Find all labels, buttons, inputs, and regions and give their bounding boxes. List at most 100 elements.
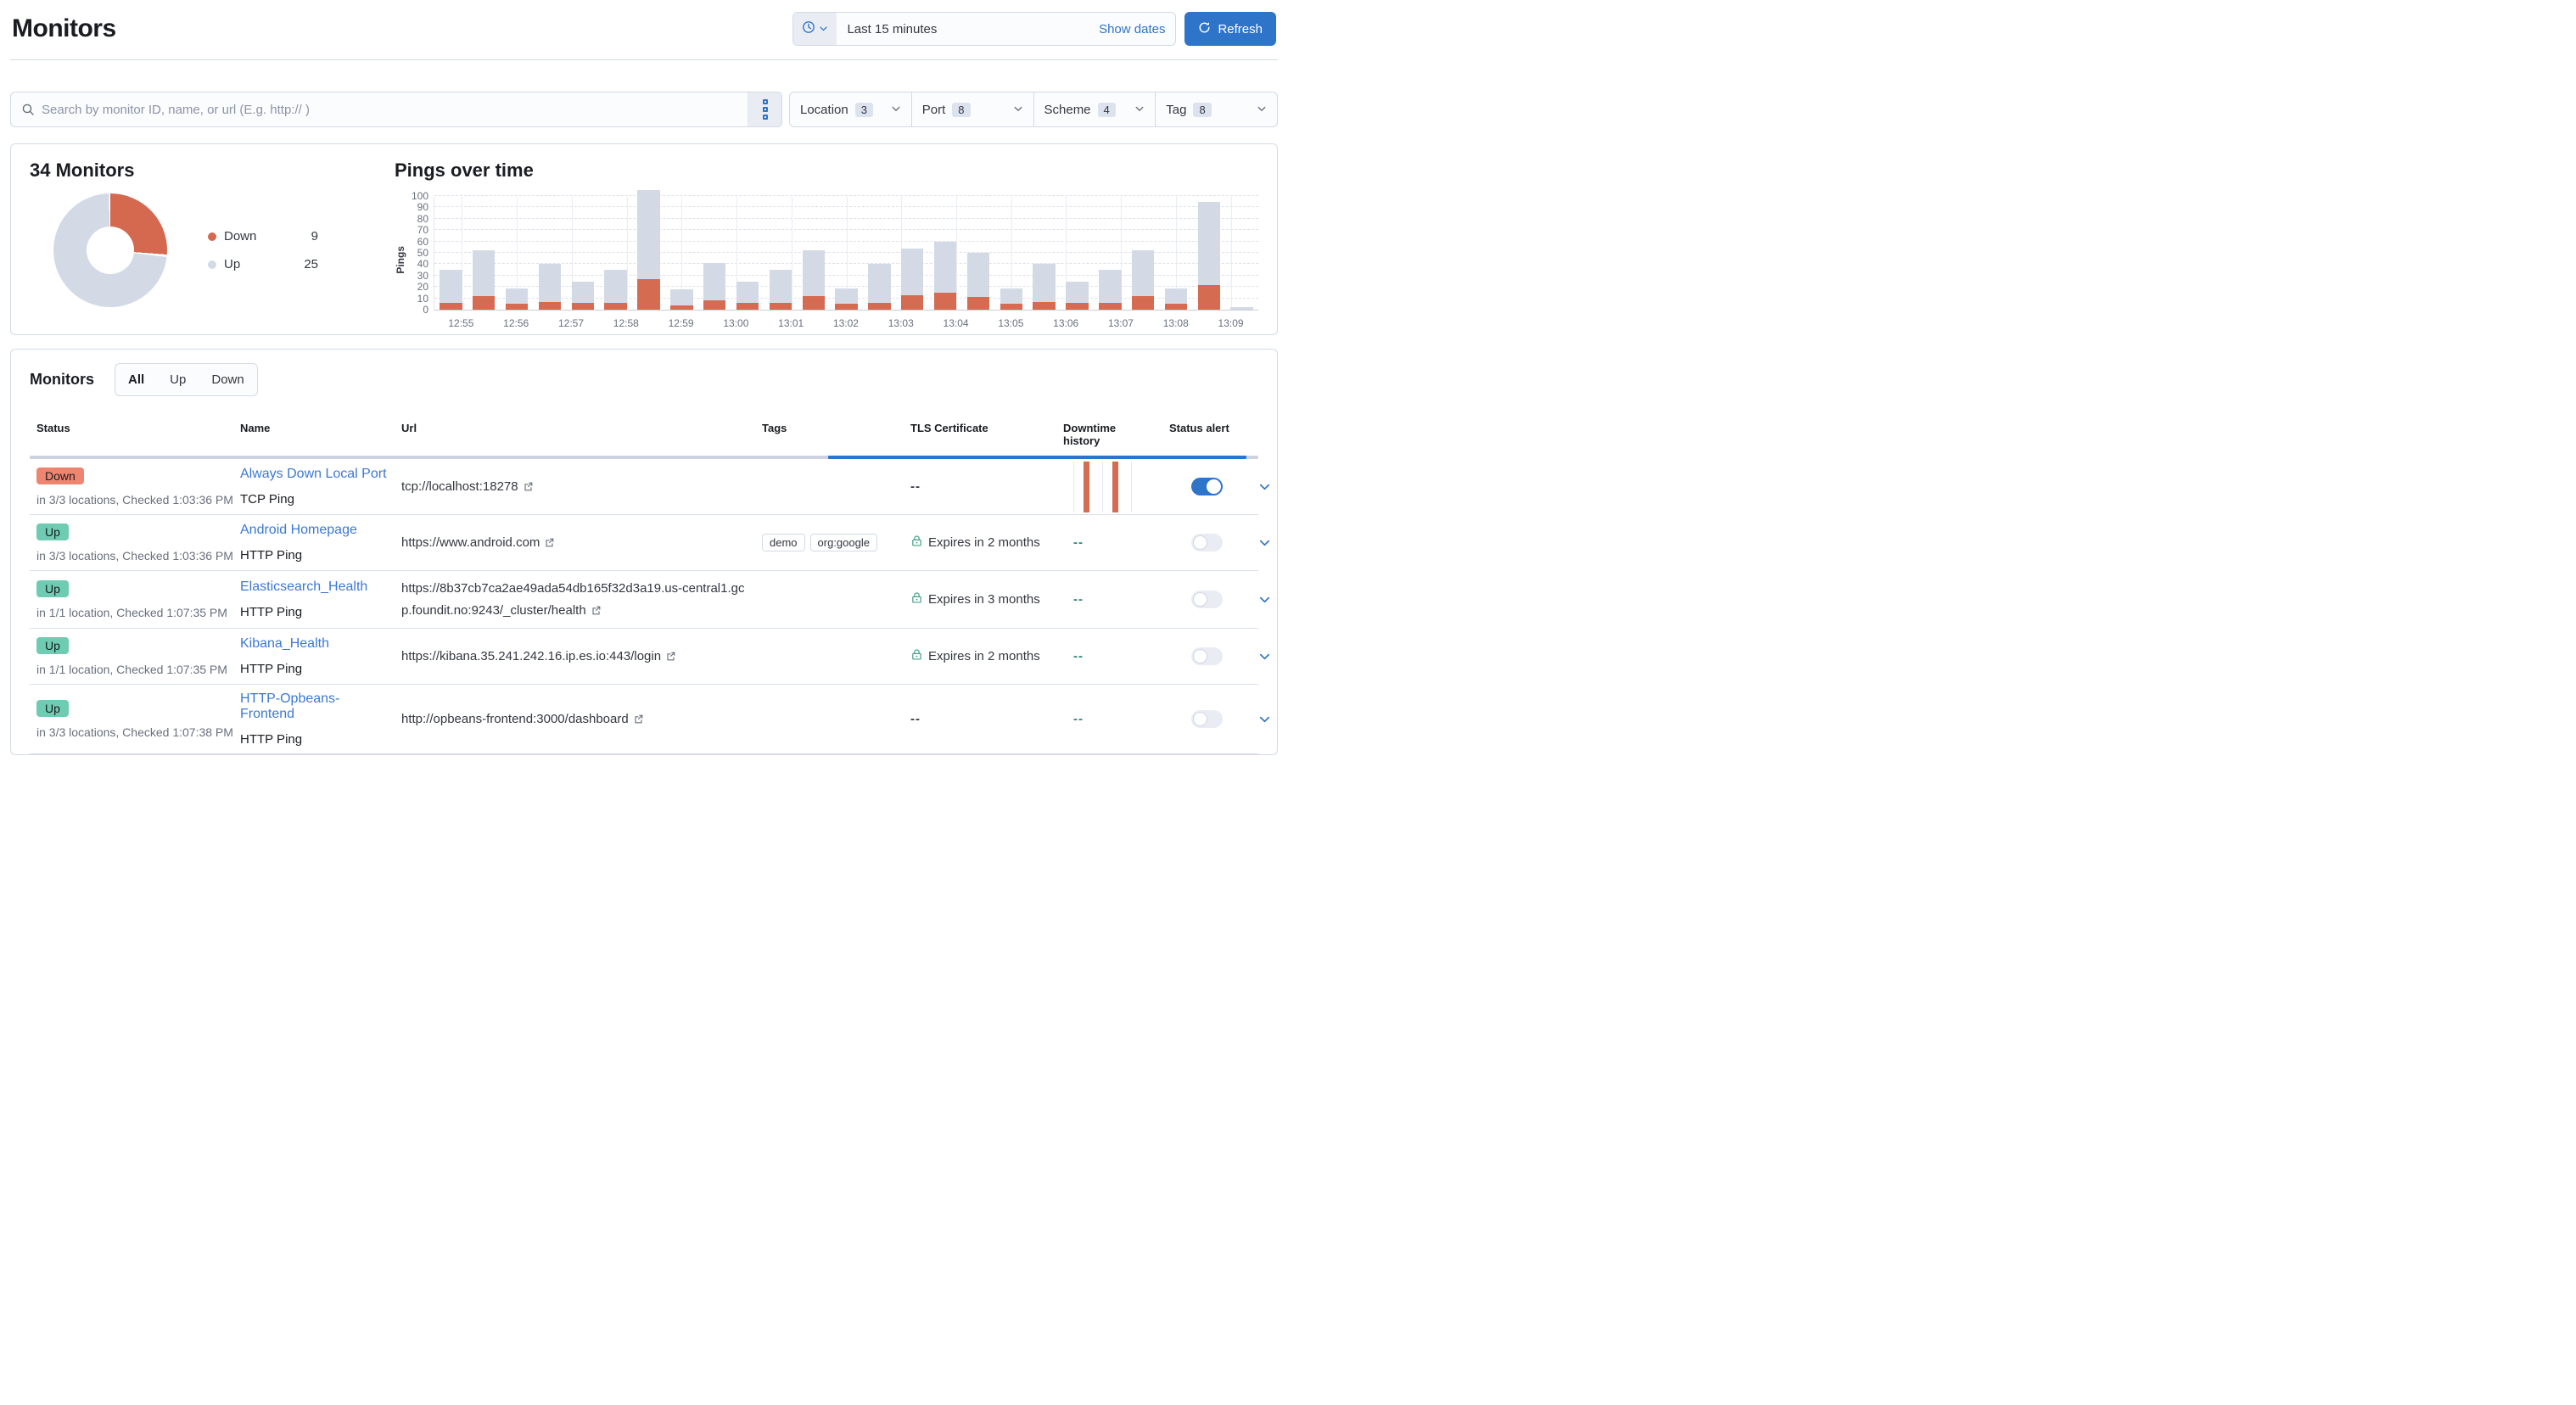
name-cell: Android Homepage HTTP Ping	[233, 516, 395, 569]
name-cell: HTTP-Opbeans-Frontend HTTP Ping	[233, 685, 395, 753]
ping-bar	[929, 197, 962, 310]
chevron-down-icon	[819, 22, 828, 36]
tags-cell	[755, 593, 904, 607]
ping-bar	[830, 197, 863, 310]
tls-lock-icon	[910, 591, 923, 607]
status-badge: Up	[36, 700, 69, 717]
expand-row-button[interactable]	[1252, 643, 1278, 669]
url-cell: https://8b37cb7ca2ae49ada54db165f32d3a19…	[395, 571, 755, 628]
filter-scheme[interactable]: Scheme 4	[1033, 92, 1156, 126]
legend-item-up[interactable]: Up 25	[208, 257, 318, 271]
monitor-type: HTTP Ping	[240, 605, 388, 619]
table-row: Up in 1/1 location, Checked 1:07:35 PM K…	[30, 629, 1258, 685]
kql-settings-button[interactable]	[748, 92, 781, 126]
status-cell: Up in 3/3 locations, Checked 1:03:36 PM	[30, 517, 233, 569]
status-badge: Up	[36, 637, 69, 654]
ping-bar	[1225, 197, 1258, 310]
status-alert-toggle[interactable]	[1191, 710, 1223, 728]
time-quick-select-button[interactable]	[793, 13, 837, 45]
monitor-type: HTTP Ping	[240, 732, 388, 747]
column-header: Url	[395, 415, 755, 456]
search-and-filters-row: Location 3 Port 8 Scheme 4 Tag 8	[10, 92, 1278, 127]
ping-bar	[1061, 197, 1094, 310]
search-icon	[11, 92, 42, 126]
name-cell: Always Down Local Port TCP Ping	[233, 460, 395, 513]
legend-item-down[interactable]: Down 9	[208, 229, 318, 243]
monitor-name-link[interactable]: Android Homepage	[240, 523, 357, 537]
time-range-value[interactable]: Last 15 minutes	[837, 13, 1089, 45]
tag-badge[interactable]: org:google	[810, 534, 877, 551]
refresh-icon	[1198, 21, 1211, 37]
tab-down[interactable]: Down	[199, 364, 256, 395]
external-link-icon[interactable]	[523, 481, 534, 495]
filter-location[interactable]: Location 3	[790, 92, 911, 126]
search-input[interactable]	[42, 92, 748, 126]
page-title: Monitors	[12, 14, 116, 43]
status-filter-tabs: AllUpDown	[115, 363, 258, 396]
ping-bar	[468, 197, 501, 310]
overview-panel: 34 Monitors Down 9 Up 25 Pings over time…	[10, 143, 1278, 335]
filter-port[interactable]: Port 8	[911, 92, 1033, 126]
pings-bar-chart	[434, 197, 1258, 311]
monitors-list-panel: Monitors AllUpDown StatusNameUrlTagsTLS …	[10, 349, 1278, 755]
monitor-name-link[interactable]: Always Down Local Port	[240, 467, 387, 481]
filter-count-badge: 4	[1098, 103, 1116, 117]
filter-count-badge: 8	[952, 103, 970, 117]
external-link-icon[interactable]	[544, 537, 555, 551]
show-dates-button[interactable]: Show dates	[1089, 13, 1175, 45]
external-link-icon[interactable]	[591, 605, 602, 619]
status-detail: in 3/3 locations, Checked 1:03:36 PM	[36, 493, 227, 507]
chevron-down-icon	[1257, 103, 1267, 117]
tab-up[interactable]: Up	[157, 364, 199, 395]
downtime-history-cell: --	[1056, 529, 1162, 557]
ping-bar	[1192, 197, 1225, 310]
external-link-icon[interactable]	[633, 714, 644, 728]
expand-row-button[interactable]	[1252, 473, 1278, 500]
downtime-history-cell	[1056, 462, 1162, 512]
tls-cell: Expires in 2 months	[904, 528, 1056, 557]
status-alert-toggle[interactable]	[1191, 534, 1223, 551]
tag-badge[interactable]: demo	[762, 534, 805, 551]
tags-cell: demo org:google	[755, 527, 904, 558]
expand-row-button[interactable]	[1252, 706, 1278, 732]
ping-bar	[501, 197, 534, 310]
ping-bar	[698, 197, 731, 310]
status-detail: in 1/1 location, Checked 1:07:35 PM	[36, 663, 227, 676]
search-bar	[10, 92, 782, 127]
filter-tag[interactable]: Tag 8	[1155, 92, 1277, 126]
monitor-name-link[interactable]: Kibana_Health	[240, 636, 329, 651]
status-alert-cell	[1162, 703, 1252, 735]
refresh-label: Refresh	[1218, 22, 1263, 36]
tab-all[interactable]: All	[115, 364, 157, 395]
ping-bar	[863, 197, 896, 310]
status-alert-toggle[interactable]	[1191, 647, 1223, 665]
tls-cell: Expires in 2 months	[904, 641, 1056, 671]
ping-bar	[1028, 197, 1061, 310]
status-alert-cell	[1162, 584, 1252, 615]
downtime-history-chart	[1073, 462, 1134, 512]
refresh-button[interactable]: Refresh	[1184, 12, 1276, 46]
ping-bar	[434, 197, 468, 310]
tags-cell	[755, 713, 904, 726]
monitor-name-link[interactable]: HTTP-Opbeans-Frontend	[240, 691, 339, 721]
status-cell: Up in 1/1 location, Checked 1:07:35 PM	[30, 574, 233, 626]
external-link-icon[interactable]	[665, 651, 676, 665]
ping-bar	[797, 197, 830, 310]
tls-lock-icon	[910, 535, 923, 551]
filter-count-badge: 8	[1193, 103, 1211, 117]
expand-row-button[interactable]	[1252, 586, 1278, 613]
expand-row-button[interactable]	[1252, 529, 1278, 556]
monitor-name-link[interactable]: Elasticsearch_Health	[240, 579, 367, 594]
status-cell: Up in 1/1 location, Checked 1:07:35 PM	[30, 630, 233, 683]
status-alert-cell	[1162, 527, 1252, 558]
monitors-table: StatusNameUrlTagsTLS CertificateDowntime…	[30, 415, 1258, 754]
kql-squares-icon	[763, 99, 768, 104]
filter-count-badge: 3	[855, 103, 873, 117]
monitor-type: HTTP Ping	[240, 548, 388, 563]
ping-bar	[994, 197, 1028, 310]
status-alert-toggle[interactable]	[1191, 591, 1223, 608]
url-cell: https://kibana.35.241.242.16.ip.es.io:44…	[395, 639, 755, 675]
ping-bar	[566, 197, 599, 310]
tls-cell: Expires in 3 months	[904, 585, 1056, 614]
status-alert-toggle[interactable]	[1191, 478, 1223, 495]
